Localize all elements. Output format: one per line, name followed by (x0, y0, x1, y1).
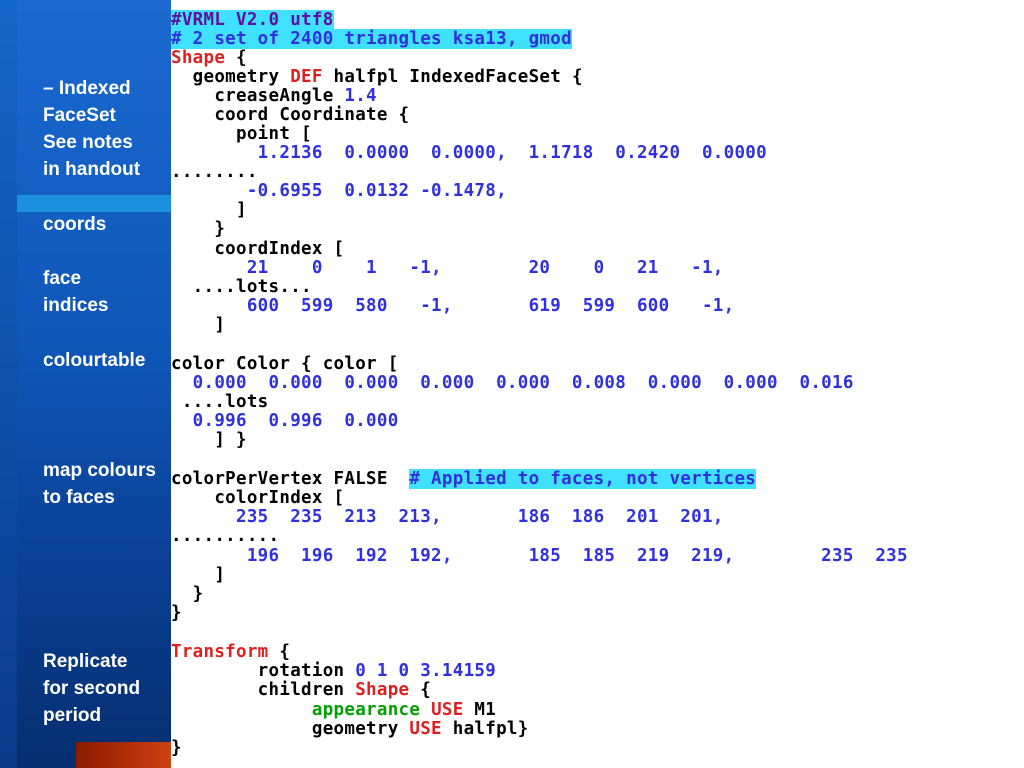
note-indexed-faceset: – Indexed FaceSet See notes in handout (43, 78, 141, 180)
keyword: USE (409, 719, 442, 739)
code-text: halfpl} (441, 719, 529, 739)
code-line: } (171, 219, 226, 239)
code-line: coordIndex [ (171, 239, 345, 259)
code-comment: # Applied to faces, not vertices (409, 469, 757, 489)
code-line: .......... (171, 526, 280, 546)
code-line: Shape { (171, 49, 247, 68)
note-colourtable: colourtable (43, 350, 146, 371)
vrml-header: #VRML V2.0 utf8 (171, 10, 334, 30)
code-text: geometry (171, 67, 291, 87)
code-text: creaseAngle (171, 86, 345, 106)
code-line: ] (171, 200, 247, 220)
code-text: children (171, 680, 356, 700)
code-line: children Shape { (171, 681, 431, 700)
code-line: coord Coordinate { (171, 105, 410, 125)
code-line: geometry USE halfpl} (171, 720, 529, 739)
appearance-keyword: appearance (311, 700, 421, 720)
number: 0 1 0 3.14159 (355, 661, 497, 681)
sidebar-footer-bar (76, 742, 171, 768)
note-face-indices: face indices (43, 268, 109, 316)
code-text: halfpl IndexedFaceSet { (322, 67, 583, 87)
code-line: } (171, 738, 182, 758)
code-line: -0.6955 0.0132 -0.1478, (171, 181, 507, 201)
code-text: rotation (171, 661, 356, 681)
code-line: Transform { (171, 643, 290, 662)
header-comment: # 2 set of 2400 triangles ksa13, gmod (171, 29, 572, 49)
code-line: } (171, 603, 182, 623)
code-line: ] (171, 315, 226, 335)
code-line: appearance USE M1 (171, 701, 496, 720)
vrml-code-listing: #VRML V2.0 utf8 # 2 set of 2400 triangle… (171, 0, 1024, 768)
code-line: # 2 set of 2400 triangles ksa13, gmod (171, 29, 572, 49)
code-line: point [ (171, 124, 312, 144)
code-line: geometry DEF halfpl IndexedFaceSet { (171, 68, 583, 87)
code-line: 1.2136 0.0000 0.0000, 1.1718 0.2420 0.00… (171, 143, 767, 163)
code-line: creaseAngle 1.4 (171, 87, 377, 106)
code-text: colorPerVertex FALSE (171, 469, 410, 489)
code-line: #VRML V2.0 utf8 (171, 10, 334, 30)
notes-sidebar: – Indexed FaceSet See notes in handout c… (0, 0, 171, 768)
code-line: 0.000 0.000 0.000 0.000 0.000 0.008 0.00… (171, 373, 854, 393)
keyword: Shape (355, 680, 410, 700)
code-text: { (225, 48, 247, 68)
code-line: ] } (171, 430, 247, 450)
note-replicate: Replicate for second period (43, 651, 141, 726)
code-line: ] (171, 565, 226, 585)
code-line: color Color { color [ (171, 354, 399, 374)
code-text: { (409, 680, 432, 700)
keyword: Transform (171, 642, 269, 662)
code-line: } (171, 584, 204, 604)
code-line: colorIndex [ (171, 488, 345, 508)
keyword: Shape (171, 48, 226, 68)
code-line: 600 599 580 -1, 619 599 600 -1, (171, 296, 735, 316)
code-line: 235 235 213 213, 186 186 201 201, (171, 507, 724, 527)
note-coords: coords (43, 214, 107, 235)
code-line: ........ (171, 162, 258, 182)
note-map-colours: map colours to faces (43, 460, 156, 508)
code-text: { (268, 642, 291, 662)
code-line: colorPerVertex FALSE # Applied to faces,… (171, 469, 757, 489)
keyword: DEF (290, 67, 323, 87)
code-line: rotation 0 1 0 3.14159 (171, 662, 496, 681)
code-text: geometry (171, 719, 410, 739)
code-line: 196 196 192 192, 185 185 219 219, 235 23… (171, 546, 908, 566)
sidebar-edge (0, 0, 17, 768)
sidebar-stripe (17, 195, 171, 212)
keyword: USE (431, 700, 464, 720)
code-line: 21 0 1 -1, 20 0 21 -1, (171, 258, 724, 278)
code-line: 0.996 0.996 0.000 (171, 411, 399, 431)
code-line: ....lots (171, 392, 269, 412)
code-line: ....lots... (171, 277, 312, 297)
code-text: M1 (463, 700, 497, 720)
number: 1.4 (344, 86, 377, 106)
